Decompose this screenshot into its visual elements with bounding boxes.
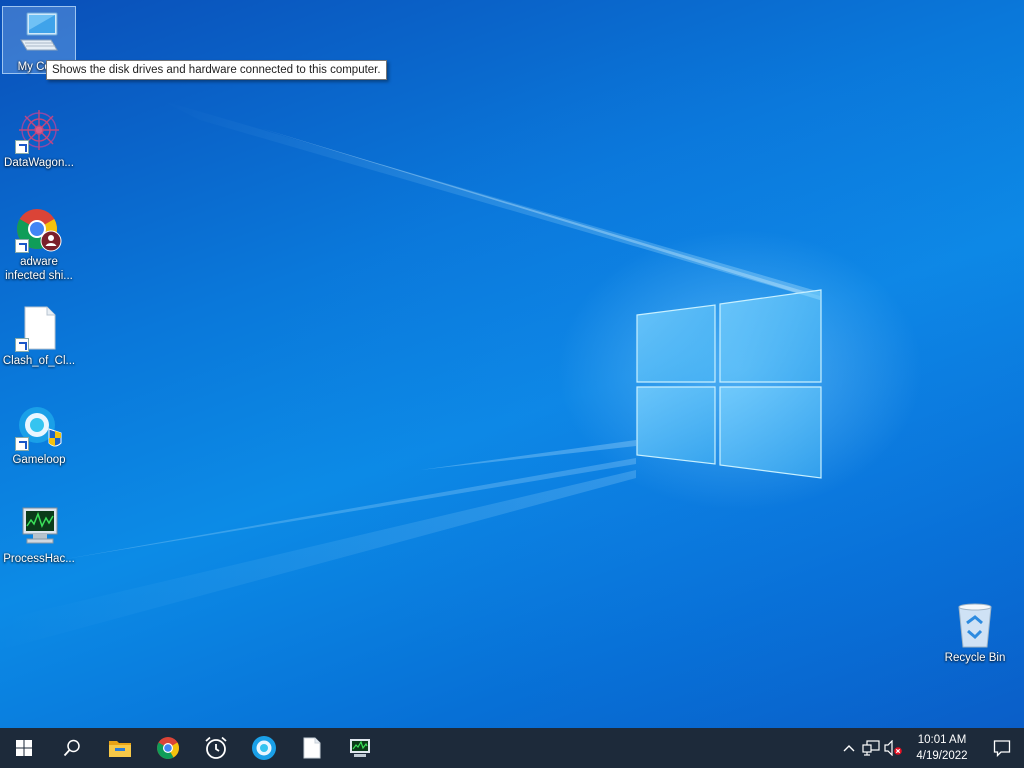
- desktop-icon-label: Clash_of_Cl...: [2, 355, 76, 367]
- taskbar-file[interactable]: [288, 728, 336, 768]
- desktop-icon-gameloop[interactable]: Gameloop: [1, 403, 77, 467]
- blank-file-icon: [303, 737, 321, 759]
- gameloop-icon: [252, 736, 276, 760]
- desktop-icon-label: DataWagon...: [4, 157, 74, 169]
- computer-icon: [15, 10, 63, 58]
- taskbar-alarms[interactable]: [192, 728, 240, 768]
- taskbar: 10:01 AM 4/19/2022: [0, 728, 1024, 768]
- chevron-up-icon[interactable]: [838, 728, 860, 768]
- desktop-icon-clash-of-clans[interactable]: Clash_of_Cl...: [1, 304, 77, 368]
- tooltip: Shows the disk drives and hardware conne…: [46, 60, 387, 80]
- blank-file-icon: [15, 304, 63, 352]
- taskbar-chrome[interactable]: [144, 728, 192, 768]
- processhacker-icon: [15, 502, 63, 550]
- volume-muted-icon[interactable]: [882, 728, 904, 768]
- windows-logo: [636, 289, 822, 479]
- system-tray: 10:01 AM 4/19/2022: [838, 728, 1024, 768]
- gameloop-icon: [15, 403, 63, 451]
- chrome-icon: [157, 737, 179, 759]
- search-icon: [63, 739, 80, 757]
- desktop-icon-recycle-bin[interactable]: Recycle Bin: [937, 601, 1013, 665]
- desktop-icon-label: ProcessHac...: [3, 553, 75, 565]
- processhacker-icon: [350, 739, 370, 757]
- taskbar-file-explorer[interactable]: [96, 728, 144, 768]
- file-explorer-icon: [109, 741, 131, 757]
- clock-date: 4/19/2022: [916, 750, 968, 762]
- desktop-icon-processhacker[interactable]: ProcessHac...: [1, 502, 77, 566]
- desktop-icon-label: Gameloop: [12, 454, 66, 466]
- notification-icon: [993, 740, 1011, 757]
- start-button[interactable]: [0, 728, 48, 768]
- desktop-icon-chrome-profile[interactable]: adware infected shi...: [1, 205, 77, 283]
- start-icon: [16, 740, 32, 756]
- taskbar-processhacker[interactable]: [336, 728, 384, 768]
- search-button[interactable]: [48, 728, 96, 768]
- taskbar-gameloop[interactable]: [240, 728, 288, 768]
- datawagon-icon: [15, 106, 63, 154]
- desktop-icon-label: adware infected shi...: [5, 256, 73, 282]
- shortcut-arrow-icon: [15, 338, 29, 352]
- clock-time: 10:01 AM: [917, 734, 967, 746]
- chrome-profile-icon: [15, 205, 63, 253]
- shortcut-arrow-icon: [15, 140, 29, 154]
- clock[interactable]: 10:01 AM 4/19/2022: [904, 732, 980, 764]
- notification-center-button[interactable]: [980, 728, 1024, 768]
- desktop-icon-label: Recycle Bin: [944, 652, 1006, 664]
- shortcut-arrow-icon: [15, 239, 29, 253]
- wallpaper-light-beams: [0, 100, 820, 650]
- desktop-icon-datawagon[interactable]: DataWagon...: [1, 106, 77, 170]
- alarm-clock-icon: [205, 736, 227, 759]
- desktop[interactable]: My Com DataWagon... adware infected shi.…: [0, 0, 1024, 728]
- shortcut-arrow-icon: [15, 437, 29, 451]
- network-icon[interactable]: [860, 728, 882, 768]
- recycle-bin-icon: [951, 601, 999, 649]
